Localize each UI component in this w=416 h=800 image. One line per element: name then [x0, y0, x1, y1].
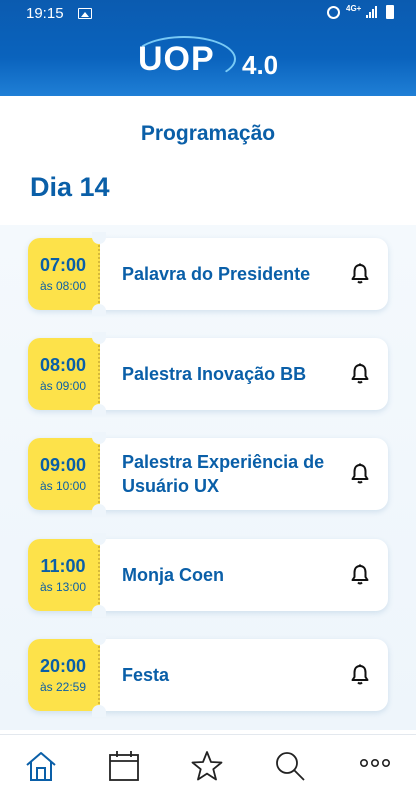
logo-text: UOP: [138, 40, 215, 78]
bell-icon[interactable]: [348, 362, 372, 386]
bell-icon[interactable]: [348, 563, 372, 587]
end-time: às 13:00: [39, 580, 87, 594]
bell-icon[interactable]: [348, 262, 372, 286]
alarm-icon: [327, 5, 340, 19]
uop-logo: UOP 4.0: [132, 36, 288, 84]
page-title: Programação: [140, 122, 276, 145]
home-icon: [26, 752, 56, 781]
signal-icon: [366, 6, 380, 18]
star-icon: [191, 751, 223, 781]
schedule-item[interactable]: 07:00 às 08:00 Palavra do Presidente: [28, 232, 388, 316]
start-time: 09:00: [39, 455, 87, 475]
start-time: 07:00: [39, 255, 87, 275]
event-title: Palestra Experiência de Usuário UX: [122, 452, 325, 496]
time-ticket: 20:00 às 22:59: [28, 633, 106, 717]
time-ticket: 07:00 às 08:00: [28, 232, 106, 316]
app-header: 19:15 4G+ UOP 4.0: [0, 0, 416, 96]
start-time: 11:00: [40, 556, 86, 576]
bell-icon[interactable]: [348, 462, 372, 486]
schedule-list[interactable]: 07:00 às 08:00 Palavra do Presidente 08:…: [0, 225, 416, 730]
more-icon: [359, 759, 390, 768]
day-heading: Dia 14: [30, 172, 110, 202]
nav-more[interactable]: [358, 749, 392, 785]
event-title: Palavra do Presidente: [122, 264, 311, 284]
status-icons: 4G+: [327, 5, 394, 19]
nav-search[interactable]: [273, 749, 307, 785]
status-time: 19:15: [26, 5, 64, 22]
nav-home[interactable]: [24, 749, 58, 785]
battery-icon: [386, 5, 394, 19]
nav-calendar[interactable]: [107, 749, 141, 785]
event-title: Festa: [122, 665, 170, 685]
image-notification-icon: [78, 8, 92, 19]
bell-icon[interactable]: [348, 663, 372, 687]
event-title: Monja Coen: [122, 565, 224, 585]
schedule-item[interactable]: 09:00 às 10:00 Palestra Experiência de U…: [28, 432, 388, 516]
logo-version: 4.0: [242, 50, 279, 80]
bottom-navigation: [0, 734, 416, 800]
event-title: Palestra Inovação BB: [122, 364, 307, 384]
time-ticket: 11:00 às 13:00: [28, 533, 106, 617]
end-time: às 22:59: [39, 680, 87, 694]
end-time: às 09:00: [39, 379, 87, 393]
start-time: 20:00: [39, 656, 87, 676]
calendar-icon: [109, 751, 139, 781]
schedule-item[interactable]: 20:00 às 22:59 Festa: [28, 633, 388, 717]
status-bar: 19:15 4G+: [0, 0, 416, 28]
schedule-item[interactable]: 08:00 às 09:00 Palestra Inovação BB: [28, 332, 388, 416]
end-time: às 08:00: [39, 279, 87, 293]
schedule-item[interactable]: 11:00 às 13:00 Monja Coen: [28, 533, 388, 617]
time-ticket: 08:00 às 09:00: [28, 332, 106, 416]
nav-favorites[interactable]: [190, 749, 224, 785]
search-icon: [276, 752, 305, 781]
end-time: às 10:00: [39, 479, 87, 493]
start-time: 08:00: [39, 355, 87, 375]
time-ticket: 09:00 às 10:00: [28, 432, 106, 516]
network-type-label: 4G+: [346, 4, 362, 13]
